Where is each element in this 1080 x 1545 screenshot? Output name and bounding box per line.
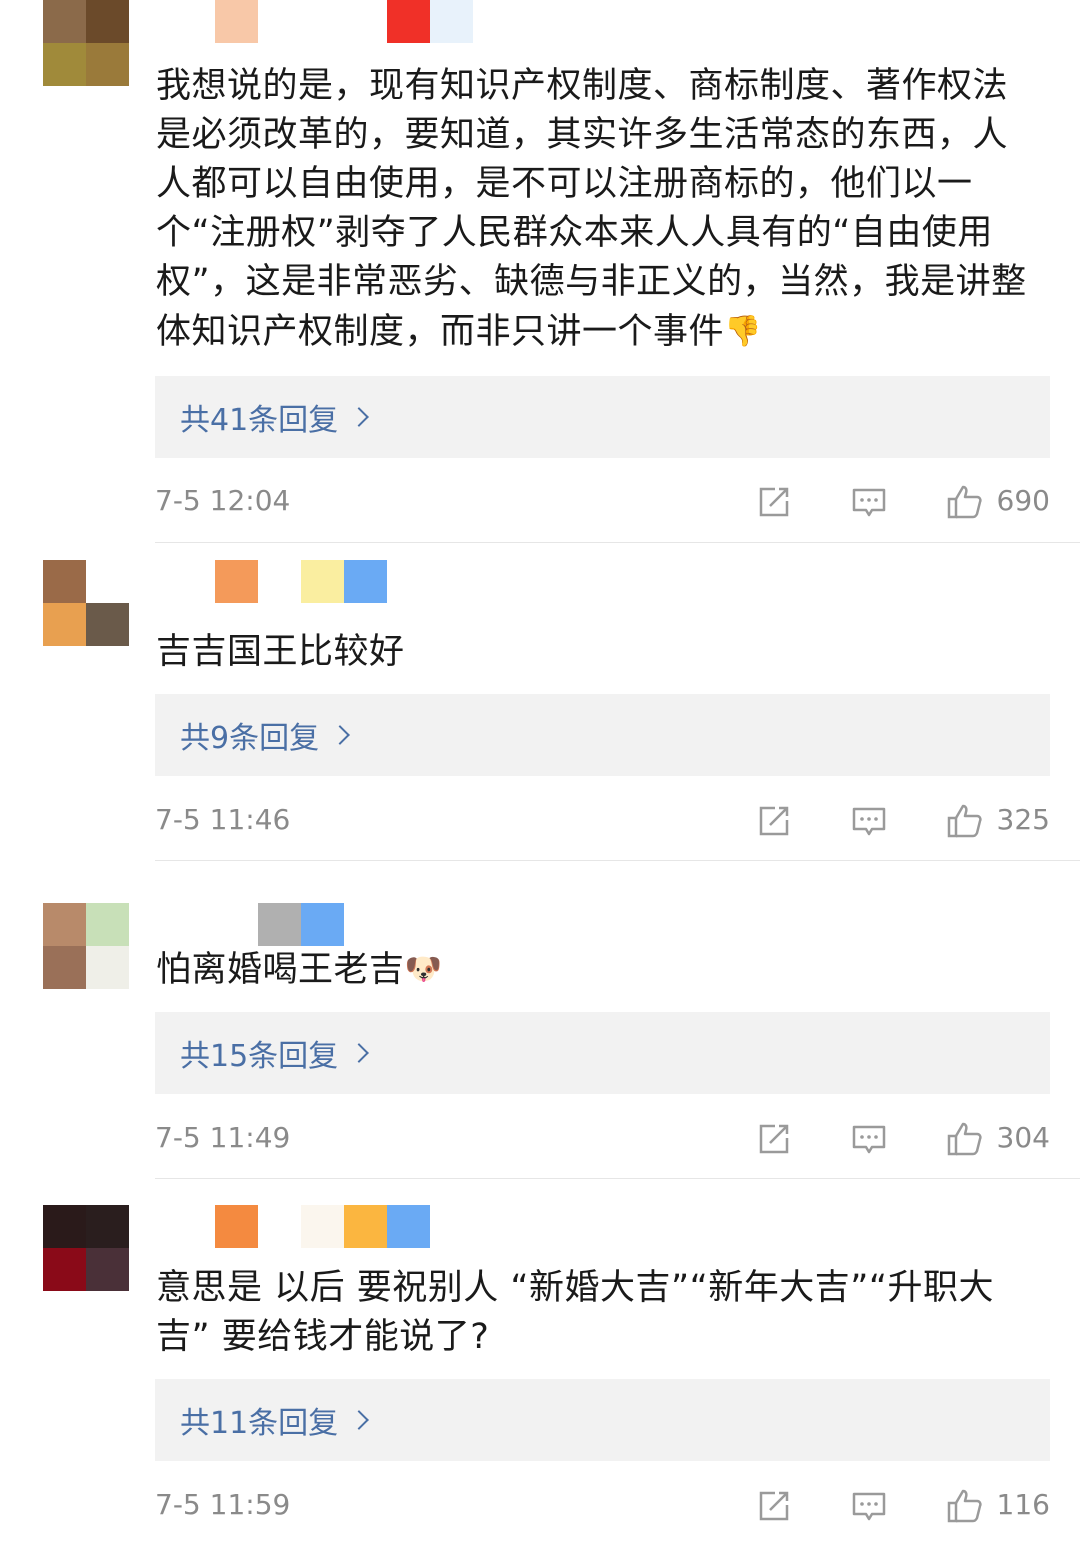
like-count: 325 bbox=[996, 803, 1050, 836]
thumbs-up-icon[interactable] bbox=[945, 802, 983, 840]
divider bbox=[155, 542, 1080, 543]
like-count: 304 bbox=[996, 1121, 1050, 1154]
comment-text-body: 意思是 以后 要祝别人 “新婚大吉”“新年大吉”“升职大吉” 要给钱才能说了? bbox=[156, 1268, 995, 1357]
name-pixel bbox=[258, 903, 301, 946]
like-count: 116 bbox=[996, 1488, 1050, 1521]
share-edit-icon[interactable] bbox=[755, 802, 793, 840]
username[interactable] bbox=[215, 0, 473, 43]
avatar-pixel bbox=[86, 1205, 129, 1248]
timestamp: 7-5 11:46 bbox=[155, 803, 291, 836]
reply-count-label: 共41条回复 bbox=[180, 403, 339, 438]
share-edit-icon[interactable] bbox=[755, 1120, 793, 1158]
avatar[interactable] bbox=[43, 1205, 129, 1291]
avatar-pixel bbox=[43, 0, 86, 43]
comment-meta: 7-5 11:49 304 bbox=[155, 1118, 1050, 1158]
name-pixel bbox=[215, 560, 258, 603]
avatar-pixel bbox=[86, 560, 129, 603]
comment-meta: 7-5 12:04 690 bbox=[155, 481, 1050, 521]
chevron-right-icon bbox=[330, 725, 350, 745]
reply-count-label: 共15条回复 bbox=[180, 1039, 339, 1074]
avatar-pixel bbox=[86, 603, 129, 646]
reply-count-label: 共9条回复 bbox=[180, 721, 320, 756]
name-pixel bbox=[258, 0, 301, 43]
avatar-pixel bbox=[43, 1248, 86, 1291]
name-pixel bbox=[258, 560, 301, 603]
name-pixel bbox=[344, 0, 387, 43]
name-pixel bbox=[301, 903, 344, 946]
view-replies-button[interactable]: 共11条回复 bbox=[155, 1379, 1050, 1461]
comment-text: 怕离婚喝王老吉🐶 bbox=[156, 945, 1036, 995]
comment-bubble-icon[interactable] bbox=[850, 1120, 888, 1158]
timestamp: 7-5 12:04 bbox=[155, 484, 291, 517]
chevron-right-icon bbox=[349, 1410, 370, 1430]
comment-text-body: 我想说的是，现有知识产权制度、商标制度、著作权法是必须改革的，要知道，其实许多生… bbox=[156, 66, 1027, 352]
timestamp: 7-5 11:49 bbox=[155, 1121, 291, 1154]
comment-meta: 7-5 11:59 116 bbox=[155, 1485, 1050, 1525]
share-edit-icon[interactable] bbox=[755, 483, 793, 521]
comment-bubble-icon[interactable] bbox=[850, 483, 888, 521]
name-pixel bbox=[430, 0, 473, 43]
name-pixel bbox=[387, 0, 430, 43]
avatar-pixel bbox=[86, 946, 129, 989]
name-pixel bbox=[301, 0, 344, 43]
thumbs-down-emoji-icon: 👎 bbox=[724, 314, 762, 349]
chevron-right-icon bbox=[349, 1043, 370, 1063]
avatar-pixel bbox=[43, 903, 86, 946]
name-pixel bbox=[301, 1205, 344, 1248]
name-pixel bbox=[344, 1205, 387, 1248]
thumbs-up-icon[interactable] bbox=[945, 1487, 983, 1525]
avatar-pixel bbox=[43, 603, 86, 646]
thumbs-up-icon[interactable] bbox=[945, 1120, 983, 1158]
comment-bubble-icon[interactable] bbox=[850, 802, 888, 840]
name-pixel bbox=[301, 560, 344, 603]
doge-emoji-icon: 🐶 bbox=[404, 952, 443, 987]
username[interactable] bbox=[215, 1205, 430, 1248]
view-replies-button[interactable]: 共9条回复 bbox=[155, 694, 1050, 776]
avatar[interactable] bbox=[43, 560, 129, 646]
avatar-pixel bbox=[43, 1205, 86, 1248]
comment-meta: 7-5 11:46 325 bbox=[155, 800, 1050, 840]
comment-text: 我想说的是，现有知识产权制度、商标制度、著作权法是必须改革的，要知道，其实许多生… bbox=[156, 62, 1036, 357]
name-pixel bbox=[258, 1205, 301, 1248]
reply-count-label: 共11条回复 bbox=[180, 1406, 339, 1441]
thumbs-up-icon[interactable] bbox=[945, 483, 983, 521]
timestamp: 7-5 11:59 bbox=[155, 1488, 291, 1521]
view-replies-button[interactable]: 共41条回复 bbox=[155, 376, 1050, 458]
name-pixel bbox=[387, 1205, 430, 1248]
comment-text: 意思是 以后 要祝别人 “新婚大吉”“新年大吉”“升职大吉” 要给钱才能说了? bbox=[156, 1264, 1036, 1362]
comment-text-body: 怕离婚喝王老吉 bbox=[156, 950, 405, 990]
avatar[interactable] bbox=[43, 0, 129, 86]
name-pixel bbox=[344, 560, 387, 603]
comment-bubble-icon[interactable] bbox=[850, 1487, 888, 1525]
divider bbox=[155, 860, 1080, 861]
avatar-pixel bbox=[86, 903, 129, 946]
avatar-pixel bbox=[43, 43, 86, 86]
comment-text-body: 吉吉国王比较好 bbox=[156, 632, 405, 672]
avatar-pixel bbox=[86, 0, 129, 43]
view-replies-button[interactable]: 共15条回复 bbox=[155, 1012, 1050, 1094]
avatar[interactable] bbox=[43, 903, 129, 989]
divider bbox=[155, 1178, 1080, 1179]
share-edit-icon[interactable] bbox=[755, 1487, 793, 1525]
avatar-pixel bbox=[86, 43, 129, 86]
username[interactable] bbox=[215, 903, 344, 946]
username[interactable] bbox=[215, 560, 387, 603]
avatar-pixel bbox=[43, 946, 86, 989]
name-pixel bbox=[215, 0, 258, 43]
name-pixel bbox=[215, 1205, 258, 1248]
comment-text: 吉吉国王比较好 bbox=[156, 628, 1036, 677]
chevron-right-icon bbox=[349, 407, 370, 427]
avatar-pixel bbox=[86, 1248, 129, 1291]
like-count: 690 bbox=[996, 484, 1050, 517]
name-pixel bbox=[215, 903, 258, 946]
avatar-pixel bbox=[43, 560, 86, 603]
